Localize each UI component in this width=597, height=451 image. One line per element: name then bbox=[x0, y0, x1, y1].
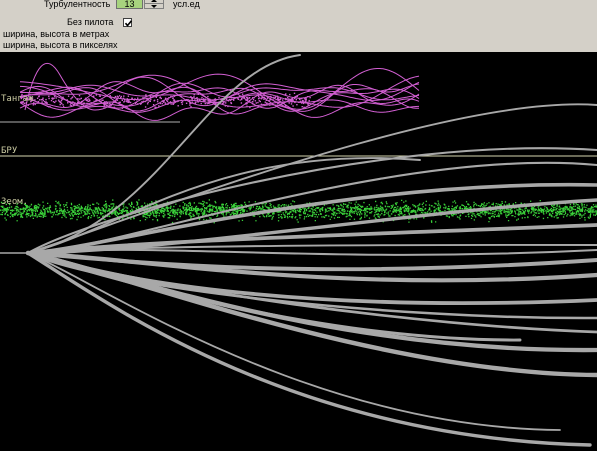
turbulence-label: Турбулентность bbox=[44, 0, 111, 9]
pitch-curves bbox=[19, 62, 420, 121]
turbulence-input[interactable] bbox=[116, 0, 143, 9]
size-meters-label: ширина, высота в метрах bbox=[3, 29, 110, 39]
noise-label: Зеом. bbox=[1, 197, 28, 207]
pitch-label: Тангаж bbox=[1, 94, 34, 104]
spinner-buttons[interactable] bbox=[144, 0, 164, 9]
control-panel: Турбулентность усл.ед Без пилота ширина,… bbox=[0, 0, 597, 52]
size-pixels-label: ширина, высота в пикселях bbox=[3, 40, 118, 50]
noise-scatter bbox=[0, 199, 597, 224]
simulation-window: Тангаж БРУ Зеом. Турбулентность усл.ед Б… bbox=[0, 0, 597, 451]
checkmark-icon bbox=[124, 20, 133, 27]
spin-down-icon[interactable] bbox=[145, 4, 163, 9]
trajectory-line bbox=[27, 248, 597, 256]
bru-label: БРУ bbox=[1, 146, 18, 156]
autopilot-label: Без пилота bbox=[67, 17, 114, 27]
autopilot-checkbox[interactable] bbox=[123, 18, 133, 27]
flight-visualization: Тангаж БРУ Зеом. bbox=[0, 54, 597, 447]
trajectory-line bbox=[25, 250, 597, 378]
trajectory-line bbox=[27, 103, 597, 254]
turbulence-units: усл.ед bbox=[173, 0, 200, 9]
trajectory-fan bbox=[0, 54, 597, 447]
turbulence-spinner[interactable] bbox=[116, 0, 164, 10]
noise-points bbox=[0, 199, 597, 224]
pitch-curve bbox=[19, 76, 420, 107]
